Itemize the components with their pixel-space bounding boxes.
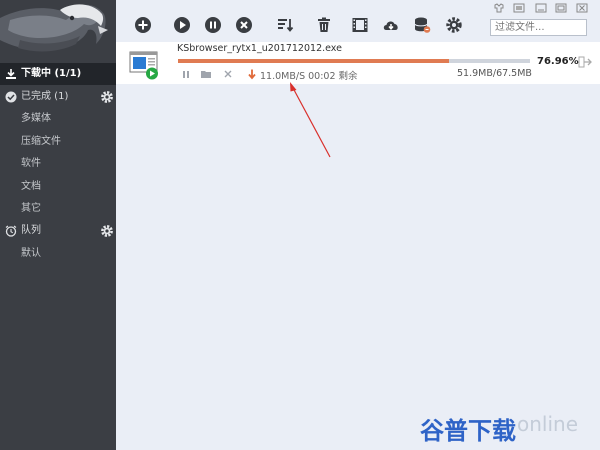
minimize-icon[interactable] (534, 3, 548, 13)
sidebar-item-label: 已完成 (1) (21, 91, 69, 102)
play-icon (174, 17, 190, 33)
search-field[interactable] (490, 19, 587, 36)
stop-icon (236, 17, 252, 33)
sidebar-item-archives[interactable]: 压缩文件 (0, 131, 116, 153)
close-icon[interactable] (222, 69, 234, 80)
sidebar-item-completed[interactable]: 已完成 (1) (0, 86, 116, 108)
download-tray-icon (6, 69, 16, 79)
gear-icon (446, 17, 462, 33)
database-button[interactable] (413, 16, 431, 34)
download-row[interactable]: KSbrowser_rytx1_u201712012.exe 76.96% 11… (116, 42, 600, 84)
sidebar-item-software[interactable]: 软件 (0, 153, 116, 175)
gear-icon[interactable] (100, 90, 114, 104)
pause-icon[interactable] (180, 69, 192, 80)
sidebar-item-label: 队列 (21, 225, 41, 236)
sidebar-item-queue[interactable]: 队列 (0, 220, 116, 242)
sidebar-item-label: 软件 (21, 158, 41, 169)
sidebar-item-label: 默认 (21, 248, 41, 259)
executable-file-icon (129, 51, 158, 80)
cloud-download-icon (383, 21, 398, 30)
toolbar (116, 0, 600, 40)
stop-button[interactable] (235, 16, 253, 34)
close-icon[interactable] (575, 3, 589, 13)
open-folder-icon[interactable] (578, 56, 592, 68)
watermark-latin: online (517, 412, 579, 436)
add-button[interactable] (134, 16, 152, 34)
download-size: 51.9MB/67.5MB (457, 68, 532, 79)
pause-button[interactable] (204, 16, 222, 34)
sidebar-item-downloading[interactable]: 下载中 (1/1) (0, 63, 116, 85)
sidebar-item-default[interactable]: 默认 (0, 243, 116, 265)
settings-button[interactable] (445, 16, 463, 34)
folder-icon[interactable] (200, 69, 212, 80)
gear-icon[interactable] (100, 224, 114, 238)
eagle-logo (0, 0, 116, 62)
file-name: KSbrowser_rytx1_u201712012.exe (177, 43, 342, 54)
maximize-icon[interactable] (554, 3, 568, 13)
download-speed: 11.0MB/S 00:02 剩余 (260, 71, 358, 82)
add-icon (135, 17, 151, 33)
sidebar-item-label: 下载中 (1/1) (21, 68, 82, 79)
sidebar-item-documents[interactable]: 文档 (0, 176, 116, 198)
mini-mode-icon[interactable] (512, 3, 526, 13)
sidebar-item-label: 文档 (21, 181, 41, 192)
delete-button[interactable] (315, 16, 333, 34)
search-input[interactable] (491, 20, 585, 34)
sort-button[interactable] (276, 16, 294, 34)
sidebar-item-label: 压缩文件 (21, 136, 61, 147)
sidebar-item-multimedia[interactable]: 多媒体 (0, 108, 116, 130)
skin-icon[interactable] (492, 3, 506, 13)
progress-fill (178, 59, 449, 63)
trash-icon (318, 17, 330, 32)
sidebar-item-other[interactable]: 其它 (0, 198, 116, 220)
video-icon (352, 18, 368, 32)
cloud-download-button[interactable] (382, 16, 400, 34)
pause-icon (205, 17, 221, 33)
sidebar: 下载中 (1/1) 已完成 (1) 多媒体 压缩文件 软件 文档 其它 队列 默… (0, 0, 116, 450)
database-icon (414, 17, 431, 33)
sidebar-item-label: 多媒体 (21, 113, 51, 124)
watermark-brand: 谷普下载 (420, 417, 516, 445)
progress-percent: 76.96% (537, 56, 579, 67)
sidebar-item-label: 其它 (21, 203, 41, 214)
main-panel: KSbrowser_rytx1_u201712012.exe 76.96% 11… (116, 0, 600, 450)
alarm-clock-icon (5, 225, 17, 237)
progress-bar (178, 59, 530, 63)
sort-icon (278, 19, 294, 32)
start-button[interactable] (173, 16, 191, 34)
check-circle-icon (5, 91, 17, 103)
arrow-down-icon (248, 69, 256, 80)
video-button[interactable] (351, 16, 369, 34)
